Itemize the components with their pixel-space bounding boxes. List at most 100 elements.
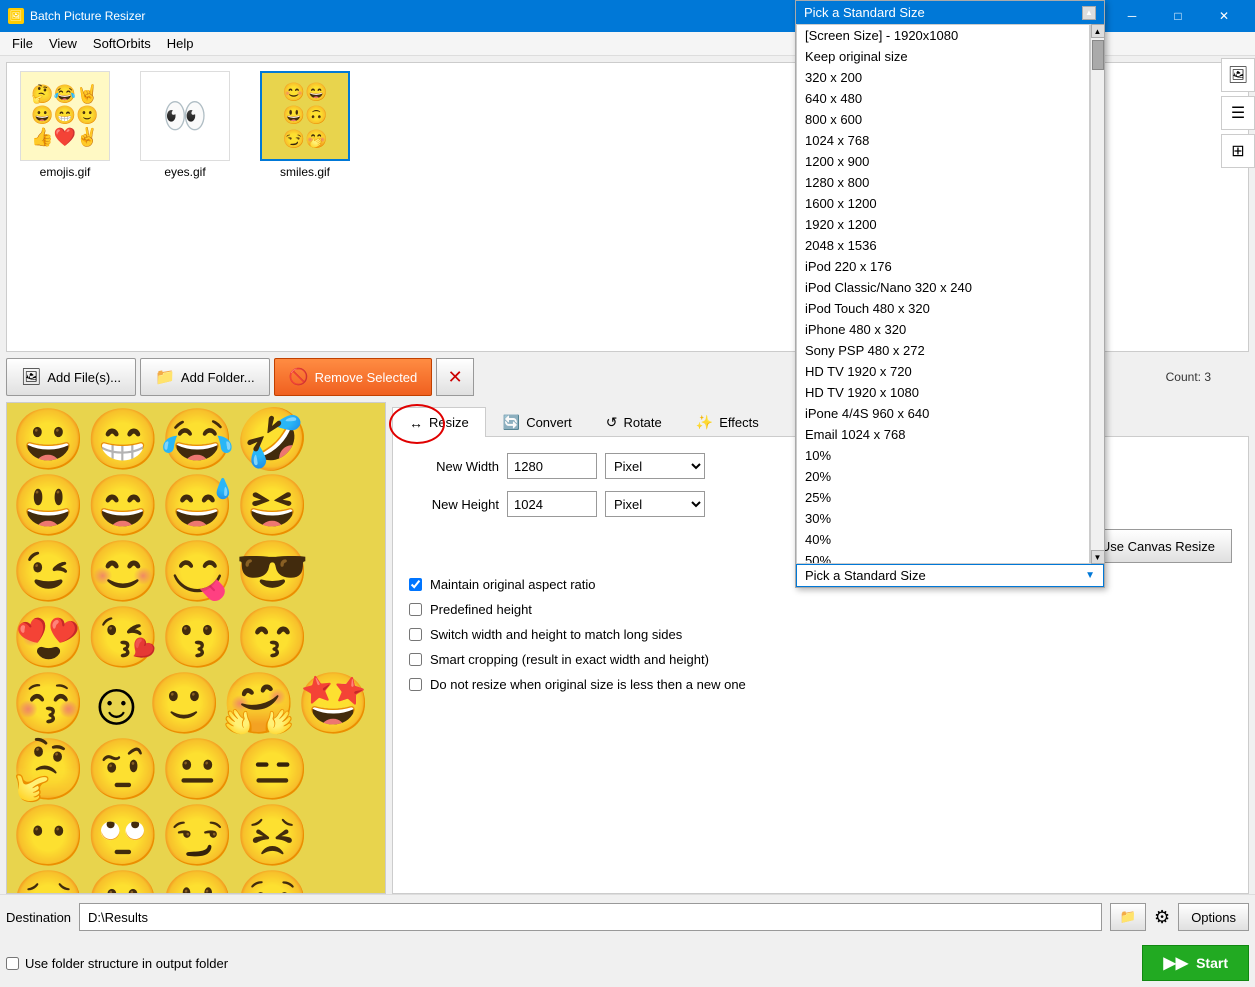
destination-browse-button[interactable]: 📁 [1110,903,1146,931]
gear-icon: ⚙ [1154,907,1170,928]
dropdown-item-iphone4[interactable]: iPone 4/4S 960 x 640 [797,403,1089,424]
destination-path-input[interactable] [79,903,1102,931]
effects-icon: ✨ [696,414,713,431]
dropdown-selected-display[interactable]: Pick a Standard Size ▼ [796,564,1104,587]
app-icon: 🖼 [8,8,24,24]
dropdown-item-640x480[interactable]: 640 x 480 [797,88,1089,109]
switch-wh-row: Switch width and height to match long si… [409,627,1232,642]
dropdown-item-hdtv1080[interactable]: HD TV 1920 x 1080 [797,382,1089,403]
maximize-button[interactable]: □ [1155,0,1201,32]
no-resize-smaller-label: Do not resize when original size is less… [430,677,746,692]
width-input[interactable] [507,453,597,479]
maintain-aspect-checkbox[interactable] [409,578,422,591]
scroll-down-btn[interactable]: ▼ [1091,550,1105,564]
resize-icon: ↔ [409,415,423,431]
remove-x-button[interactable]: ✕ [436,358,474,396]
no-resize-smaller-row: Do not resize when original size is less… [409,677,1232,692]
no-resize-smaller-checkbox[interactable] [409,678,422,691]
convert-icon: 🔄 [503,414,520,431]
dropdown-item-50pct[interactable]: 50% [797,550,1089,564]
width-label: New Width [409,459,499,474]
scroll-thumb[interactable] [1092,40,1104,70]
scroll-up-btn[interactable]: ▲ [1091,24,1105,38]
dropdown-selected-text: Pick a Standard Size [805,568,926,583]
height-unit-select[interactable]: Pixel Percent cm inch [605,491,705,517]
add-folder-icon: 📁 [155,367,175,387]
height-input[interactable] [507,491,597,517]
dropdown-item-2048x1536[interactable]: 2048 x 1536 [797,235,1089,256]
dropdown-item-1280x800[interactable]: 1280 x 800 [797,172,1089,193]
dropdown-item-ipod220[interactable]: iPod 220 x 176 [797,256,1089,277]
dropdown-item-ipod-classic[interactable]: iPod Classic/Nano 320 x 240 [797,277,1089,298]
dropdown-item-25pct[interactable]: 25% [797,487,1089,508]
sidebar-image-icon[interactable]: 🖼 [1221,58,1255,92]
file-thumbnail-smiles: 😊😄😃🙃😏🤭 [260,71,350,161]
dropdown-item-30pct[interactable]: 30% [797,508,1089,529]
dropdown-item-10pct[interactable]: 10% [797,445,1089,466]
smart-cropping-label: Smart cropping (result in exact width an… [430,652,709,667]
dropdown-item-ipod-touch[interactable]: iPod Touch 480 x 320 [797,298,1089,319]
add-folder-button[interactable]: 📁 Add Folder... [140,358,270,396]
scroll-up-button[interactable]: ▲ [1082,6,1096,20]
destination-bar: Destination 📁 ⚙ Options [0,894,1255,939]
file-item-emojis[interactable]: 🤔😂🤘😀😁🙂👍❤️✌️ emojis.gif [15,71,115,343]
close-button[interactable]: ✕ [1201,0,1247,32]
dropdown-item-320x200[interactable]: 320 x 200 [797,67,1089,88]
dropdown-header: Pick a Standard Size ▲ [796,1,1104,24]
dropdown-list[interactable]: [Screen Size] - 1920x1080 Keep original … [796,24,1090,564]
dropdown-item-20pct[interactable]: 20% [797,466,1089,487]
menu-file[interactable]: File [4,34,41,53]
add-files-button[interactable]: 🖼 Add File(s)... [6,358,136,396]
dropdown-item-40pct[interactable]: 40% [797,529,1089,550]
start-button[interactable]: ▶▶ Start [1142,945,1249,981]
file-item-eyes[interactable]: 👀 eyes.gif [135,71,235,343]
tab-resize-label: Resize [429,415,469,430]
standard-size-dropdown[interactable]: Pick a Standard Size ▲ [Screen Size] - 1… [795,0,1105,588]
file-item-smiles[interactable]: 😊😄😃🙃😏🤭 smiles.gif [255,71,355,343]
add-files-icon: 🖼 [21,367,41,387]
folder-icon: 📁 [1120,909,1137,925]
dropdown-scrollbar[interactable]: ▲ ▼ [1090,24,1104,564]
destination-label: Destination [6,910,71,925]
tab-effects[interactable]: ✨ Effects [679,407,776,437]
tab-convert-label: Convert [526,415,572,430]
switch-wh-checkbox[interactable] [409,628,422,641]
dropdown-item-800x600[interactable]: 800 x 600 [797,109,1089,130]
dropdown-item-screen[interactable]: [Screen Size] - 1920x1080 [797,25,1089,46]
dropdown-item-original[interactable]: Keep original size [797,46,1089,67]
dropdown-item-iphone[interactable]: iPhone 480 x 320 [797,319,1089,340]
dropdown-item-1920x1200[interactable]: 1920 x 1200 [797,214,1089,235]
dropdown-item-psp[interactable]: Sony PSP 480 x 272 [797,340,1089,361]
dropdown-item-1600x1200[interactable]: 1600 x 1200 [797,193,1089,214]
dropdown-item-1024x768[interactable]: 1024 x 768 [797,130,1089,151]
use-folder-row: Use folder structure in output folder [6,956,228,971]
minimize-button[interactable]: ─ [1109,0,1155,32]
smart-cropping-row: Smart cropping (result in exact width an… [409,652,1232,667]
use-folder-checkbox[interactable] [6,957,19,970]
start-label: Start [1196,955,1228,971]
height-label: New Height [409,497,499,512]
sidebar-grid-icon[interactable]: ⊞ [1221,134,1255,168]
width-unit-select[interactable]: Pixel Percent cm inch [605,453,705,479]
menu-softorbits[interactable]: SoftOrbits [85,34,159,53]
menu-help[interactable]: Help [159,34,202,53]
options-button[interactable]: Options [1178,903,1249,931]
smart-cropping-checkbox[interactable] [409,653,422,666]
remove-selected-button[interactable]: 🚫 Remove Selected [274,358,433,396]
tab-convert[interactable]: 🔄 Convert [486,407,589,437]
predefined-height-row: Predefined height [409,602,1232,617]
predefined-height-checkbox[interactable] [409,603,422,616]
sidebar-right: 🖼 ☰ ⊞ [1219,56,1255,170]
dropdown-item-hdtv720[interactable]: HD TV 1920 x 720 [797,361,1089,382]
dropdown-arrow-icon: ▼ [1085,570,1095,581]
menu-view[interactable]: View [41,34,85,53]
dropdown-item-email[interactable]: Email 1024 x 768 [797,424,1089,445]
file-label-eyes: eyes.gif [164,165,205,179]
sidebar-list-icon[interactable]: ☰ [1221,96,1255,130]
tab-rotate[interactable]: ↺ Rotate [589,407,679,437]
start-icon: ▶▶ [1163,953,1188,973]
remove-selected-label: Remove Selected [315,370,418,385]
file-count-badge: Count: 3 [1166,370,1211,384]
dropdown-item-1200x900[interactable]: 1200 x 900 [797,151,1089,172]
tab-resize[interactable]: ↔ Resize [392,407,486,437]
